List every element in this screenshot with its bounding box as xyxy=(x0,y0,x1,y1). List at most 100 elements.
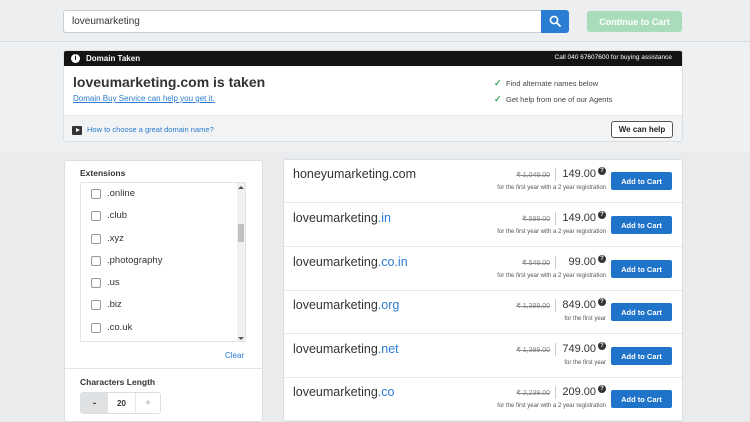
add-to-cart-button[interactable]: Add to Cart xyxy=(611,172,672,190)
search-icon xyxy=(549,15,561,27)
domain-tld: .com xyxy=(388,167,416,181)
price-separator xyxy=(555,386,556,399)
result-row: loveumarketing.co ₹ 2,239.00 209.00 ? fo… xyxy=(284,378,682,421)
offer-price: 149.00 xyxy=(562,168,596,180)
domain-name[interactable]: loveumarketing.co xyxy=(293,385,394,399)
result-row: loveumarketing.net ₹ 1,399.00 749.00 ? f… xyxy=(284,335,682,378)
scroll-up-icon[interactable] xyxy=(238,186,244,189)
question-icon[interactable]: ? xyxy=(598,167,606,175)
domain-tld: .co.in xyxy=(377,255,408,269)
offer-price: 99.00 xyxy=(568,256,596,268)
price-separator xyxy=(555,168,556,181)
length-decrease-button[interactable]: - xyxy=(81,393,108,413)
search-input[interactable] xyxy=(63,10,541,33)
result-row: honeyumarketing.com ₹ 1,049.00 149.00 ? … xyxy=(284,160,682,203)
original-price: ₹ 2,239.00 xyxy=(516,390,550,397)
extension-label: .us xyxy=(107,277,120,288)
characters-length-title: Characters Length xyxy=(80,377,156,387)
domain-name-base: loveumarketing xyxy=(293,255,378,269)
video-play-icon[interactable] xyxy=(72,126,82,135)
tip-item: ✓ Find alternate names below xyxy=(494,78,612,95)
how-to-choose-link[interactable]: How to choose a great domain name? xyxy=(87,125,214,134)
domain-name[interactable]: loveumarketing.in xyxy=(293,211,391,225)
extension-checkbox[interactable] xyxy=(91,189,101,199)
add-to-cart-button[interactable]: Add to Cart xyxy=(611,303,672,321)
domain-taken-panel: i Domain Taken Call 040 67607600 for buy… xyxy=(63,50,683,142)
domain-taken-title: loveumarketing.com is taken xyxy=(73,74,266,90)
extension-label: .club xyxy=(107,210,128,221)
tip-item: ✓ Get help from one of our Agents xyxy=(494,94,613,111)
question-icon[interactable]: ? xyxy=(598,211,606,219)
extensions-scrollbar[interactable] xyxy=(237,183,245,341)
price-note: for the first year xyxy=(564,360,606,366)
length-increase-button[interactable]: + xyxy=(135,393,160,413)
extensions-list[interactable]: .online .club .xyz .photography .us .biz… xyxy=(80,182,246,342)
domain-name-base: loveumarketing xyxy=(293,385,378,399)
domain-tld: .net xyxy=(377,342,399,356)
extension-checkbox[interactable] xyxy=(91,234,101,244)
domain-name-base: loveumarketing xyxy=(293,298,378,312)
domain-name[interactable]: loveumarketing.org xyxy=(293,298,399,312)
check-icon: ✓ xyxy=(494,78,502,88)
check-icon: ✓ xyxy=(494,94,502,104)
original-price: ₹ 599.00 xyxy=(522,216,550,223)
extension-label: .biz xyxy=(107,299,122,310)
price-separator xyxy=(555,256,556,269)
domain-name[interactable]: loveumarketing.co.in xyxy=(293,255,408,269)
domain-taken-footer: How to choose a great domain name? We ca… xyxy=(64,115,682,141)
top-search-bar: Continue to Cart xyxy=(0,0,750,42)
domain-results-list: honeyumarketing.com ₹ 1,049.00 149.00 ? … xyxy=(283,159,683,422)
add-to-cart-button[interactable]: Add to Cart xyxy=(611,347,672,365)
domain-taken-header: i Domain Taken Call 040 67607600 for buy… xyxy=(64,51,682,66)
offer-price: 149.00 xyxy=(562,212,596,224)
clear-filters-link[interactable]: Clear xyxy=(225,351,244,360)
continue-to-cart-button[interactable]: Continue to Cart xyxy=(587,11,682,32)
search-button[interactable] xyxy=(541,10,569,33)
scroll-down-icon[interactable] xyxy=(238,337,244,340)
result-row: loveumarketing.in ₹ 599.00 149.00 ? for … xyxy=(284,204,682,247)
price-note: for the first year with a 2 year registr… xyxy=(497,273,606,279)
filter-divider xyxy=(65,368,262,369)
price-separator xyxy=(555,299,556,312)
domain-taken-label: Domain Taken xyxy=(86,54,141,63)
domain-tld: .co xyxy=(377,385,395,399)
extension-checkbox[interactable] xyxy=(91,278,101,288)
domain-tld: .org xyxy=(377,298,400,312)
original-price: ₹ 1,399.00 xyxy=(516,303,550,310)
domain-name[interactable]: honeyumarketing.com xyxy=(293,167,416,181)
result-row: loveumarketing.org ₹ 1,399.00 849.00 ? f… xyxy=(284,291,682,334)
price-note: for the first year with a 2 year registr… xyxy=(497,229,606,235)
question-icon[interactable]: ? xyxy=(598,255,606,263)
question-icon[interactable]: ? xyxy=(598,385,606,393)
we-can-help-button[interactable]: We can help xyxy=(611,121,673,138)
domain-name[interactable]: loveumarketing.net xyxy=(293,342,399,356)
tip-text: Find alternate names below xyxy=(506,79,599,88)
extension-label: .online xyxy=(107,188,135,199)
extension-label: .xyz xyxy=(107,233,124,244)
domain-name-base: loveumarketing xyxy=(293,211,378,225)
filters-panel: Extensions .online .club .xyz .photograp… xyxy=(64,160,263,422)
result-row: loveumarketing.co.in ₹ 549.00 99.00 ? fo… xyxy=(284,248,682,291)
offer-price: 849.00 xyxy=(562,299,596,311)
extension-checkbox[interactable] xyxy=(91,300,101,310)
price-note: for the first year with a 2 year registr… xyxy=(497,403,606,409)
original-price: ₹ 1,049.00 xyxy=(516,172,550,179)
offer-price: 749.00 xyxy=(562,343,596,355)
domain-name-base: honeyumarketing xyxy=(293,167,389,181)
extension-label: .photography xyxy=(107,255,163,266)
tip-text: Get help from one of our Agents xyxy=(506,95,613,104)
extension-checkbox[interactable] xyxy=(91,256,101,266)
question-icon[interactable]: ? xyxy=(598,298,606,306)
add-to-cart-button[interactable]: Add to Cart xyxy=(611,260,672,278)
scroll-thumb[interactable] xyxy=(238,224,244,242)
extension-checkbox[interactable] xyxy=(91,211,101,221)
original-price: ₹ 549.00 xyxy=(522,260,550,267)
add-to-cart-button[interactable]: Add to Cart xyxy=(611,216,672,234)
call-assistance-text: Call 040 67607600 for buying assistance xyxy=(554,54,672,61)
length-value-input[interactable] xyxy=(108,393,135,413)
extension-checkbox[interactable] xyxy=(91,323,101,333)
domain-buy-service-link[interactable]: Domain Buy Service can help you get it. xyxy=(73,94,215,103)
price-note: for the first year xyxy=(564,316,606,322)
question-icon[interactable]: ? xyxy=(598,342,606,350)
add-to-cart-button[interactable]: Add to Cart xyxy=(611,390,672,408)
